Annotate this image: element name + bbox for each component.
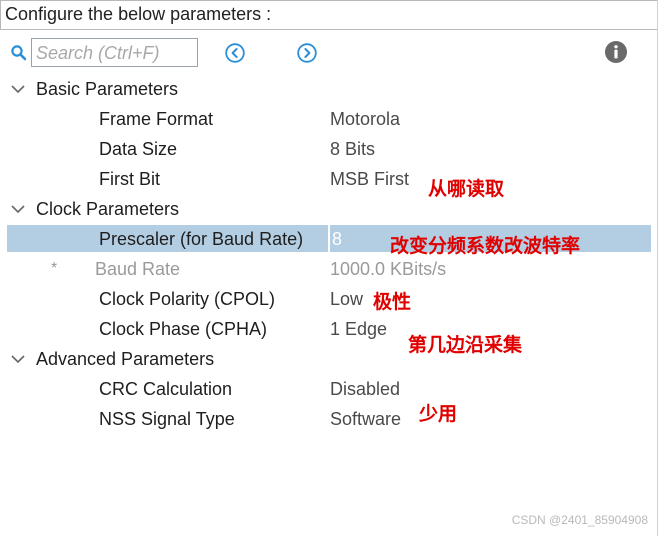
- param-value[interactable]: MSB First: [330, 164, 409, 194]
- param-label: NSS Signal Type: [99, 409, 235, 429]
- section-clock-parameters[interactable]: Clock Parameters: [0, 194, 658, 224]
- param-value-input[interactable]: 8: [332, 224, 342, 254]
- annotation-polarity: 极性: [373, 291, 412, 313]
- param-row-clock-polarity[interactable]: Clock Polarity (CPOL) Low: [0, 284, 658, 314]
- param-value[interactable]: Motorola: [330, 104, 400, 134]
- search-input[interactable]: Search (Ctrl+F): [31, 38, 198, 67]
- watermark: CSDN @2401_85904908: [511, 513, 648, 527]
- param-label: Clock Phase (CPHA): [99, 319, 268, 339]
- annotation-phase: 第几边沿采集: [408, 334, 523, 356]
- param-row-data-size[interactable]: Data Size 8 Bits: [0, 134, 658, 164]
- param-row-baud-rate: * Baud Rate 1000.0 KBits/s: [0, 254, 658, 284]
- circle-right-icon[interactable]: [296, 42, 318, 64]
- circle-left-icon[interactable]: [224, 42, 246, 64]
- chevron-down-icon[interactable]: [10, 353, 26, 365]
- param-value[interactable]: Disabled: [330, 374, 400, 404]
- param-row-nss-signal-type[interactable]: NSS Signal Type Software: [0, 404, 658, 434]
- search-icon: [11, 45, 27, 61]
- param-row-crc-calculation[interactable]: CRC Calculation Disabled: [0, 374, 658, 404]
- param-row-first-bit[interactable]: First Bit MSB First: [0, 164, 658, 194]
- param-label: First Bit: [99, 169, 160, 189]
- param-value[interactable]: 8 Bits: [330, 134, 375, 164]
- info-icon[interactable]: [604, 40, 628, 64]
- param-label: Data Size: [99, 139, 178, 159]
- param-row-frame-format[interactable]: Frame Format Motorola: [0, 104, 658, 134]
- panel-title: Configure the below parameters :: [5, 4, 272, 24]
- param-label: Frame Format: [99, 109, 214, 129]
- search-placeholder: Search (Ctrl+F): [36, 43, 160, 63]
- param-value[interactable]: 1 Edge: [330, 314, 387, 344]
- param-label: Prescaler (for Baud Rate): [99, 229, 304, 249]
- derived-marker: *: [51, 260, 58, 277]
- param-row-clock-phase[interactable]: Clock Phase (CPHA) 1 Edge: [0, 314, 658, 344]
- param-label: CRC Calculation: [99, 379, 233, 399]
- param-label: Clock Polarity (CPOL): [99, 289, 276, 309]
- annotation-first-bit: 从哪读取: [428, 178, 505, 200]
- section-basic-parameters[interactable]: Basic Parameters: [0, 74, 658, 104]
- param-value[interactable]: Low: [330, 284, 363, 314]
- param-label: Baud Rate: [95, 259, 181, 279]
- section-label: Clock Parameters: [36, 199, 180, 219]
- section-label: Basic Parameters: [36, 79, 179, 99]
- annotation-prescaler: 改变分频系数改波特率: [390, 235, 581, 257]
- section-advanced-parameters[interactable]: Advanced Parameters: [0, 344, 658, 374]
- panel-header: Configure the below parameters :: [0, 0, 658, 30]
- annotation-nss: 少用: [419, 403, 458, 425]
- section-label: Advanced Parameters: [36, 349, 215, 369]
- param-value[interactable]: Software: [330, 404, 401, 434]
- param-value: 1000.0 KBits/s: [330, 259, 447, 279]
- chevron-down-icon[interactable]: [10, 203, 26, 215]
- chevron-down-icon[interactable]: [10, 83, 26, 95]
